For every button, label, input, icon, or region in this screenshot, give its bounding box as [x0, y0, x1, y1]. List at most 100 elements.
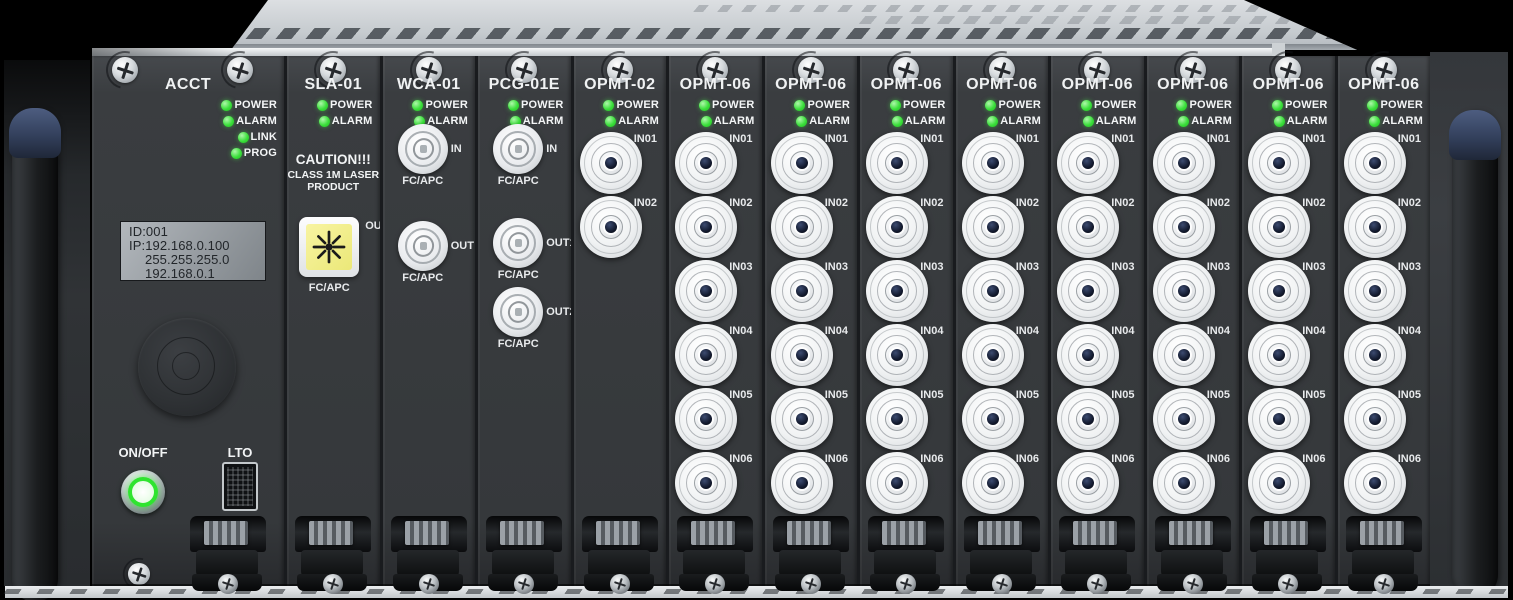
optical-input-port-in05[interactable]: [675, 388, 737, 450]
optical-input-port-in01[interactable]: [962, 132, 1024, 194]
optical-input-port-in03[interactable]: [1153, 260, 1215, 322]
latch-grip[interactable]: [1073, 521, 1117, 545]
latch-screw[interactable]: [323, 574, 343, 594]
fc-port-out[interactable]: [398, 221, 448, 271]
optical-input-port-in02[interactable]: [1344, 196, 1406, 258]
optical-input-port-in06[interactable]: [675, 452, 737, 514]
left-rack-handle[interactable]: [12, 110, 58, 600]
optical-input-port-in01[interactable]: [580, 132, 642, 194]
thumbscrew[interactable]: [128, 563, 150, 585]
optical-input-port-in01[interactable]: [1248, 132, 1310, 194]
latch-grip[interactable]: [405, 521, 449, 545]
optical-input-port-in04[interactable]: [1344, 324, 1406, 386]
optical-input-port-in03[interactable]: [962, 260, 1024, 322]
optical-input-port-in02[interactable]: [962, 196, 1024, 258]
ejector-latch[interactable]: [293, 508, 373, 596]
fc-port-in[interactable]: [398, 124, 448, 174]
ejector-latch[interactable]: [675, 508, 755, 596]
optical-input-port-in02[interactable]: [1248, 196, 1310, 258]
optical-input-port-in06[interactable]: [1248, 452, 1310, 514]
optical-input-port-in01[interactable]: [771, 132, 833, 194]
fc-port-out1[interactable]: [493, 218, 543, 268]
ejector-latch[interactable]: [484, 508, 564, 596]
optical-input-port-in04[interactable]: [1057, 324, 1119, 386]
fc-port-out2[interactable]: [493, 287, 543, 337]
latch-screw[interactable]: [1374, 574, 1394, 594]
knob-center-button[interactable]: [172, 352, 200, 380]
latch-grip[interactable]: [978, 521, 1022, 545]
optical-input-port-in03[interactable]: [675, 260, 737, 322]
optical-input-port-in05[interactable]: [771, 388, 833, 450]
ejector-latch[interactable]: [1344, 508, 1424, 596]
optical-input-port-in01[interactable]: [866, 132, 928, 194]
latch-screw[interactable]: [992, 574, 1012, 594]
latch-grip[interactable]: [691, 521, 735, 545]
laser-output-aperture[interactable]: [299, 217, 359, 277]
optical-input-port-in06[interactable]: [771, 452, 833, 514]
ejector-latch[interactable]: [1057, 508, 1137, 596]
latch-screw[interactable]: [1183, 574, 1203, 594]
optical-input-port-in04[interactable]: [866, 324, 928, 386]
optical-input-port-in06[interactable]: [1153, 452, 1215, 514]
optical-input-port-in02[interactable]: [1153, 196, 1215, 258]
latch-screw[interactable]: [610, 574, 630, 594]
optical-input-port-in01[interactable]: [1153, 132, 1215, 194]
latch-screw[interactable]: [514, 574, 534, 594]
optical-input-port-in04[interactable]: [771, 324, 833, 386]
ejector-latch[interactable]: [1153, 508, 1233, 596]
optical-input-port-in06[interactable]: [1344, 452, 1406, 514]
navigation-knob[interactable]: [138, 318, 236, 416]
latch-screw[interactable]: [218, 574, 238, 594]
optical-input-port-in05[interactable]: [1153, 388, 1215, 450]
optical-input-port-in03[interactable]: [866, 260, 928, 322]
optical-input-port-in04[interactable]: [1248, 324, 1310, 386]
optical-input-port-in01[interactable]: [1344, 132, 1406, 194]
optical-input-port-in03[interactable]: [1057, 260, 1119, 322]
latch-screw[interactable]: [896, 574, 916, 594]
optical-input-port-in03[interactable]: [1344, 260, 1406, 322]
ejector-latch[interactable]: [580, 508, 660, 596]
latch-screw[interactable]: [1087, 574, 1107, 594]
ejector-latch[interactable]: [962, 508, 1042, 596]
optical-input-port-in06[interactable]: [962, 452, 1024, 514]
latch-grip[interactable]: [204, 521, 248, 545]
optical-input-port-in02[interactable]: [675, 196, 737, 258]
fc-port-in[interactable]: [493, 124, 543, 174]
latch-screw[interactable]: [705, 574, 725, 594]
optical-input-port-in02[interactable]: [580, 196, 642, 258]
lto-sfp-port[interactable]: [222, 462, 258, 511]
optical-input-port-in05[interactable]: [866, 388, 928, 450]
optical-input-port-in04[interactable]: [1153, 324, 1215, 386]
optical-input-port-in04[interactable]: [962, 324, 1024, 386]
latch-grip[interactable]: [1169, 521, 1213, 545]
optical-input-port-in06[interactable]: [1057, 452, 1119, 514]
ejector-latch[interactable]: [866, 508, 946, 596]
latch-grip[interactable]: [1360, 521, 1404, 545]
optical-input-port-in04[interactable]: [675, 324, 737, 386]
ejector-latch[interactable]: [188, 508, 268, 596]
power-button[interactable]: [121, 470, 165, 514]
ejector-latch[interactable]: [1248, 508, 1328, 596]
optical-input-port-in02[interactable]: [771, 196, 833, 258]
optical-input-port-in05[interactable]: [1057, 388, 1119, 450]
latch-grip[interactable]: [309, 521, 353, 545]
latch-screw[interactable]: [1278, 574, 1298, 594]
latch-grip[interactable]: [882, 521, 926, 545]
optical-input-port-in05[interactable]: [1248, 388, 1310, 450]
optical-input-port-in06[interactable]: [866, 452, 928, 514]
optical-input-port-in05[interactable]: [1344, 388, 1406, 450]
optical-input-port-in02[interactable]: [866, 196, 928, 258]
latch-screw[interactable]: [801, 574, 821, 594]
right-rack-handle[interactable]: [1452, 112, 1498, 598]
latch-grip[interactable]: [1264, 521, 1308, 545]
latch-screw[interactable]: [419, 574, 439, 594]
ejector-latch[interactable]: [389, 508, 469, 596]
latch-grip[interactable]: [596, 521, 640, 545]
optical-input-port-in03[interactable]: [771, 260, 833, 322]
optical-input-port-in03[interactable]: [1248, 260, 1310, 322]
latch-grip[interactable]: [787, 521, 831, 545]
optical-input-port-in01[interactable]: [675, 132, 737, 194]
latch-grip[interactable]: [500, 521, 544, 545]
optical-input-port-in05[interactable]: [962, 388, 1024, 450]
ejector-latch[interactable]: [771, 508, 851, 596]
